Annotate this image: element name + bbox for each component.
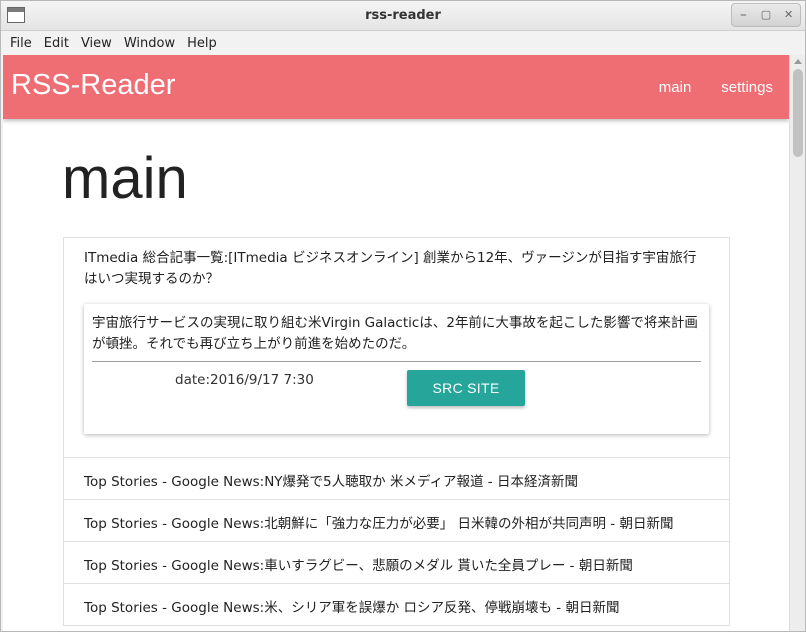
menu-edit[interactable]: Edit [38, 36, 75, 51]
title-bar[interactable]: rss-reader ⎯ ▢ ✕ [1, 1, 805, 31]
minimize-icon[interactable]: ⎯ [735, 7, 751, 23]
menu-window[interactable]: Window [118, 36, 181, 51]
vertical-scrollbar[interactable] [789, 55, 805, 631]
maximize-icon[interactable]: ▢ [758, 7, 774, 23]
article-list: ITmedia 総合記事一覧:[ITmedia ビジネスオンライン] 創業から1… [63, 237, 730, 626]
card-divider [92, 361, 701, 362]
window-title: rss-reader [365, 8, 441, 23]
nav-link-main[interactable]: main [659, 79, 692, 96]
list-item[interactable]: Top Stories - Google News:NY爆発で5人聴取か 米メデ… [64, 458, 729, 500]
list-item[interactable]: Top Stories - Google News:米、シリア軍を誤爆か ロシア… [64, 584, 729, 626]
list-item[interactable]: Top Stories - Google News:車いすラグビー、悲願のメダル… [64, 542, 729, 584]
list-item[interactable]: Top Stories - Google News:北朝鮮に「強力な圧力が必要」… [64, 500, 729, 542]
article-description: 宇宙旅行サービスの実現に取り組む米Virgin Galacticは、2年前に大事… [92, 315, 698, 352]
menu-help[interactable]: Help [181, 36, 223, 51]
nav-link-settings[interactable]: settings [721, 79, 773, 96]
menu-view[interactable]: View [75, 36, 118, 51]
article-item-expanded[interactable]: ITmedia 総合記事一覧:[ITmedia ビジネスオンライン] 創業から1… [64, 238, 729, 458]
header-nav: main settings [659, 79, 773, 96]
scroll-thumb[interactable] [793, 69, 803, 157]
app-brand[interactable]: RSS-Reader [11, 69, 175, 102]
menu-bar: File Edit View Window Help [1, 31, 805, 55]
menu-file[interactable]: File [4, 36, 38, 51]
page-title: main [62, 146, 188, 211]
article-headline[interactable]: ITmedia 総合記事一覧:[ITmedia ビジネスオンライン] 創業から1… [84, 248, 709, 290]
article-date: date:2016/9/17 7:30 [175, 372, 314, 388]
app-header: RSS-Reader main settings [3, 55, 789, 119]
scroll-up-icon[interactable] [794, 59, 802, 64]
page-content: RSS-Reader main settings main ITmedia 総合… [3, 55, 789, 631]
window-controls: ⎯ ▢ ✕ [731, 3, 801, 27]
src-site-button[interactable]: SRC SITE [407, 370, 525, 406]
article-detail-card: 宇宙旅行サービスの実現に取り組む米Virgin Galacticは、2年前に大事… [84, 304, 709, 434]
app-window: rss-reader ⎯ ▢ ✕ File Edit View Window H… [0, 0, 806, 632]
close-icon[interactable]: ✕ [781, 7, 797, 23]
